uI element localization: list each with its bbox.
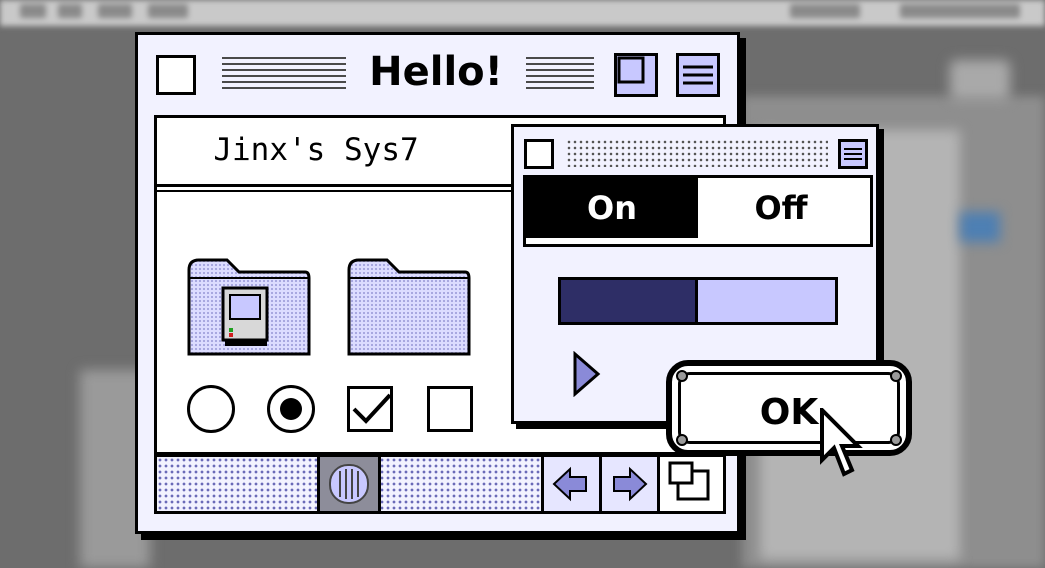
palette-title-dots [566, 139, 828, 167]
computer-folder-icon[interactable] [187, 256, 311, 356]
palette-close-box-icon[interactable] [524, 139, 554, 169]
ok-corner-dot [676, 434, 688, 446]
title-bar[interactable]: Hello! [138, 35, 737, 113]
radio-button-2[interactable] [267, 385, 315, 433]
radio-button-1[interactable] [187, 385, 235, 433]
resize-box-icon[interactable] [660, 457, 723, 511]
checkbox-2[interactable] [427, 386, 473, 432]
ok-corner-dot [890, 370, 902, 382]
horizontal-scrollbar[interactable] [154, 454, 726, 514]
on-off-segmented-control: On Off [523, 175, 873, 247]
close-box-icon[interactable] [156, 55, 196, 95]
palette-title-bar[interactable] [514, 127, 876, 177]
palette-collapse-box-icon[interactable] [838, 139, 868, 169]
zoom-box-icon[interactable] [614, 53, 658, 97]
folder-icon[interactable] [347, 256, 471, 356]
toggle-off-button[interactable]: Off [698, 178, 864, 238]
desktop-disk-icon-blurred [950, 60, 1010, 100]
window-title: Hello! [354, 47, 518, 97]
ok-button[interactable]: OK [666, 360, 912, 456]
desktop-folder-icon-blurred [960, 212, 1000, 242]
scroll-left-arrow-icon[interactable] [544, 457, 602, 511]
progress-bar [558, 277, 838, 325]
title-bar-stripes-left [222, 57, 346, 93]
collapse-box-icon[interactable] [676, 53, 720, 97]
radio-selected-dot [280, 398, 302, 420]
ok-button-inner-frame: OK [678, 372, 900, 444]
toggle-on-button[interactable]: On [526, 178, 698, 238]
menu-bar-blurred [0, 0, 1045, 26]
window-header-label: Jinx's Sys7 [213, 132, 419, 168]
progress-bar-fill [561, 280, 698, 322]
ok-button-label: OK [759, 392, 819, 433]
checkbox-1[interactable] [347, 386, 393, 432]
title-bar-stripes-right [526, 57, 594, 93]
ok-corner-dot [676, 370, 688, 382]
mouse-pointer-icon [818, 405, 864, 484]
ok-corner-dot [890, 434, 902, 446]
scroll-right-arrow-icon[interactable] [602, 457, 660, 511]
scrollbar-thumb[interactable] [317, 457, 381, 511]
disclosure-triangle-icon[interactable] [572, 350, 602, 401]
